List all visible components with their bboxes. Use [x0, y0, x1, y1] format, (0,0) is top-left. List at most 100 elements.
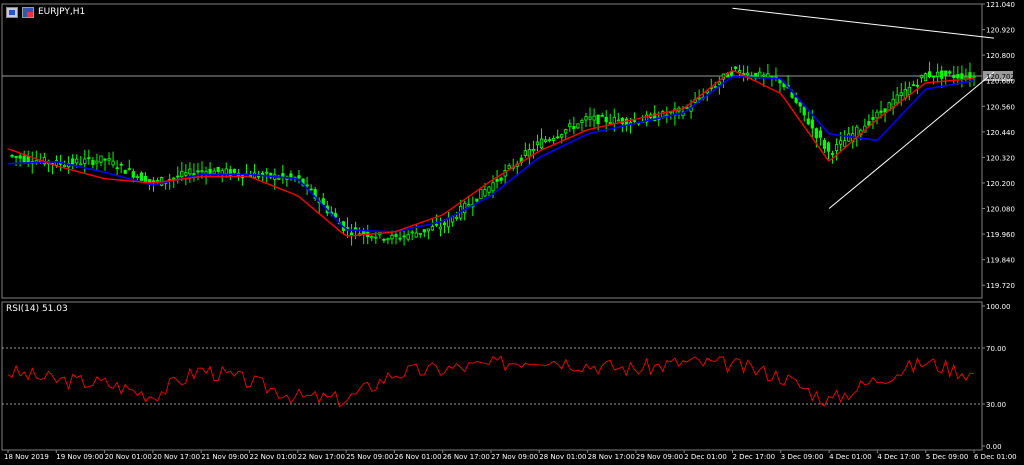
candle-body: [843, 140, 847, 147]
y-tick-label: 120.560: [986, 103, 1015, 111]
candle-body: [305, 184, 309, 187]
candle-body: [733, 66, 738, 69]
candle-body: [794, 97, 798, 103]
rsi-y-tick-label: 30.00: [986, 401, 1006, 409]
candle-body: [685, 107, 689, 109]
candle-body: [200, 170, 204, 173]
candle-body: [139, 172, 143, 181]
candle-body: [176, 175, 180, 178]
candle-body: [766, 73, 770, 78]
candle-body: [196, 170, 200, 173]
candle-body: [560, 134, 564, 138]
candle-body: [212, 170, 216, 174]
candle-body: [535, 141, 540, 146]
candle-body: [960, 73, 964, 80]
x-tick-label: 27 Nov 09:00: [491, 453, 538, 461]
candle-body: [580, 120, 584, 123]
candle-body: [576, 123, 580, 129]
candle-body: [956, 74, 960, 79]
candle-body: [155, 180, 160, 182]
candle-body: [91, 160, 95, 166]
y-tick-label: 120.920: [986, 27, 1015, 35]
candle-body: [180, 170, 184, 178]
candle-body: [95, 160, 99, 164]
candle-body: [216, 166, 220, 172]
rsi-y-tick-label: 70.00: [986, 345, 1006, 353]
candle-body: [172, 177, 176, 180]
candle-body: [839, 140, 843, 145]
candle-body: [374, 236, 378, 239]
candle-body: [847, 133, 851, 142]
x-tick-label: 25 Nov 09:00: [346, 453, 393, 461]
x-tick-label: 18 Nov 2019: [4, 453, 49, 461]
candle-body: [895, 94, 899, 104]
x-tick-label: 20 Nov 01:00: [105, 453, 152, 461]
candle-body: [697, 97, 701, 100]
candle-body: [10, 154, 14, 157]
chart-window-icon[interactable]: [6, 6, 18, 18]
candle-body: [188, 168, 192, 175]
x-tick-label: 28 Nov 01:00: [539, 453, 586, 461]
candle-body: [830, 153, 835, 155]
candle-body: [907, 86, 911, 95]
x-tick-label: 26 Nov 17:00: [443, 453, 490, 461]
candle-body: [548, 139, 552, 142]
x-tick-label: 6 Dec 01:00: [974, 453, 1017, 461]
candle-body: [127, 168, 131, 171]
candle-body: [931, 75, 936, 78]
candle-body: [531, 148, 536, 152]
candle-body: [818, 130, 823, 138]
candle-body: [826, 142, 831, 152]
candle-body: [107, 158, 111, 161]
candle-body: [899, 92, 903, 96]
candle-body: [584, 116, 588, 121]
x-tick-label: 26 Nov 01:00: [394, 453, 441, 461]
candle-body: [151, 180, 156, 183]
candle-body: [936, 71, 940, 77]
candle-body: [14, 156, 18, 158]
chart-svg[interactable]: 121.040120.920120.800120.680120.560120.4…: [0, 0, 1024, 465]
candle-body: [948, 71, 952, 74]
rsi-y-tick-label: 0.00: [986, 443, 1002, 451]
candle-body: [232, 168, 236, 173]
candle-body: [79, 163, 83, 166]
x-tick-label: 29 Nov 09:00: [636, 453, 683, 461]
candle-body: [402, 235, 406, 238]
candle-body: [919, 74, 924, 79]
y-tick-label: 120.320: [986, 154, 1015, 162]
candle-body: [430, 226, 434, 231]
candle-body: [103, 158, 107, 161]
candle-body: [438, 226, 443, 230]
candle-body: [600, 115, 604, 117]
candle-body: [475, 198, 479, 202]
candle-body: [713, 86, 717, 88]
x-tick-label: 5 Dec 09:00: [926, 453, 969, 461]
candle-body: [717, 81, 721, 85]
candle-body: [814, 128, 818, 139]
x-tick-label: 20 Nov 17:00: [153, 453, 200, 461]
candle-body: [463, 202, 467, 214]
candle-body: [362, 230, 366, 235]
y-tick-label: 120.440: [986, 129, 1015, 137]
candle-body: [390, 234, 394, 240]
candle-body: [834, 144, 839, 151]
x-tick-label: 19 Nov 09:00: [56, 453, 103, 461]
candle-body: [972, 75, 976, 78]
candle-body: [507, 165, 511, 170]
candle-body: [746, 72, 750, 76]
candle-body: [806, 118, 810, 125]
candle-body: [944, 70, 948, 76]
candle-body: [115, 167, 119, 170]
candle-body: [479, 188, 483, 200]
candle-body: [370, 236, 374, 239]
candle-body: [527, 149, 531, 157]
candle-body: [568, 123, 572, 128]
candle-body: [111, 160, 115, 166]
candle-body: [265, 171, 269, 174]
candle-body: [135, 176, 139, 179]
candle-body: [426, 228, 430, 232]
candle-body: [632, 120, 637, 122]
candle-body: [349, 232, 354, 236]
candle-body: [353, 227, 358, 230]
candle-body: [184, 172, 188, 176]
